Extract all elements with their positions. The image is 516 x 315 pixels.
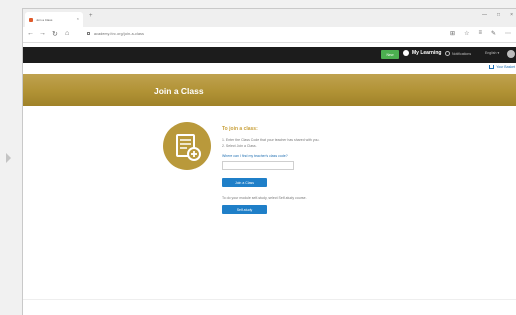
- basket-label: Your Basket: [496, 65, 515, 69]
- self-study-note: To do your module self-study, select Sel…: [222, 196, 307, 200]
- favorite-star-icon[interactable]: ☆: [464, 30, 469, 37]
- url-text: academy.itrc.org/join-a-class: [94, 32, 145, 36]
- join-heading: To join a class:: [222, 126, 258, 132]
- class-code-input[interactable]: [222, 161, 294, 170]
- favicon-icon: [29, 17, 33, 22]
- language-selector[interactable]: English ▾: [485, 51, 499, 55]
- toolbar-icons: ⊞ ☆ ≡ ✎ ⋯: [450, 30, 511, 37]
- forward-icon[interactable]: →: [39, 30, 46, 37]
- new-button[interactable]: New: [381, 50, 399, 59]
- reading-view-icon[interactable]: ⊞: [450, 30, 455, 37]
- cart-icon: [489, 65, 495, 69]
- screen: Join a Class × + — □ × ← → ↻ ⌂ academy.i…: [0, 0, 516, 315]
- minimize-button[interactable]: —: [482, 12, 487, 18]
- notifications-link[interactable]: Notifications: [445, 51, 471, 56]
- join-class-icon: [163, 122, 211, 170]
- user-avatar-icon[interactable]: [507, 50, 515, 58]
- hub-icon[interactable]: ≡: [478, 30, 482, 37]
- notifications-icon: [445, 51, 450, 56]
- my-learning-icon: [403, 50, 409, 56]
- close-window-button[interactable]: ×: [510, 12, 513, 18]
- page-banner: Join a Class: [23, 74, 516, 106]
- self-study-button[interactable]: Self-study: [222, 205, 267, 214]
- footer-divider: [23, 299, 516, 300]
- join-step-1: 1. Enter the Class Code that your teache…: [222, 138, 320, 142]
- url-field[interactable]: academy.itrc.org/join-a-class: [87, 32, 144, 36]
- notifications-label: Notifications: [452, 51, 472, 56]
- browser-tab[interactable]: Join a Class ×: [25, 12, 83, 27]
- tab-bar: Join a Class × + — □ ×: [23, 9, 516, 27]
- maximize-button[interactable]: □: [497, 12, 500, 18]
- tab-title: Join a Class: [36, 17, 53, 22]
- window-controls: — □ ×: [482, 12, 513, 18]
- notes-icon[interactable]: ✎: [491, 30, 496, 37]
- more-icon[interactable]: ⋯: [505, 30, 511, 37]
- page-title: Join a Class: [154, 86, 204, 96]
- join-step-2: 2. Select Join a Class.: [222, 144, 257, 148]
- back-icon[interactable]: ←: [27, 30, 34, 37]
- join-class-button[interactable]: Join a Class: [222, 178, 267, 187]
- cart-bar: Your Basket: [23, 63, 516, 74]
- lock-icon: [87, 32, 90, 35]
- site-nav: New My Learning Notifications English ▾: [23, 47, 516, 63]
- reload-icon[interactable]: ↻: [52, 30, 58, 38]
- address-bar: ← → ↻ ⌂ academy.itrc.org/join-a-class ⊞ …: [23, 27, 516, 43]
- my-learning-label: My Learning: [412, 50, 442, 56]
- basket-link[interactable]: Your Basket: [489, 65, 515, 69]
- home-icon[interactable]: ⌂: [65, 30, 69, 37]
- browser-window: Join a Class × + — □ × ← → ↻ ⌂ academy.i…: [22, 8, 516, 315]
- close-tab-icon[interactable]: ×: [77, 16, 79, 21]
- previous-arrow-icon[interactable]: [6, 153, 11, 163]
- class-code-help-link[interactable]: Where can I find my teacher's class code…: [222, 154, 288, 158]
- my-learning-link[interactable]: My Learning: [403, 50, 441, 56]
- new-tab-button[interactable]: +: [89, 13, 93, 19]
